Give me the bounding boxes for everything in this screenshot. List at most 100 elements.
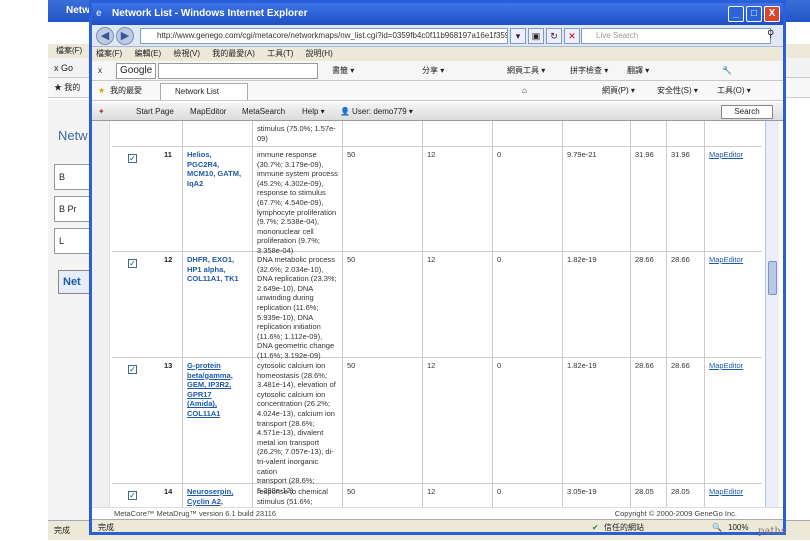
minimize-button[interactable]: _ — [728, 6, 744, 22]
google-search-input[interactable] — [158, 63, 318, 79]
menu-view[interactable]: 檢視(V) — [173, 49, 200, 58]
sidebar-strip — [92, 121, 110, 507]
menu-tools-2[interactable]: 工具(O) ▾ — [717, 81, 751, 101]
google-spellcheck[interactable]: 拼字檢查 ▾ — [570, 61, 608, 81]
google-translate[interactable]: 翻譯 ▾ — [627, 61, 649, 81]
vertical-scrollbar[interactable] — [765, 121, 779, 507]
compatibility-icon[interactable]: ▣ — [528, 28, 544, 44]
cell-text: 50 — [347, 361, 356, 370]
cell-seed: 12 — [422, 484, 492, 507]
mapeditor-link[interactable]: MapEditor — [709, 361, 743, 370]
home-icon[interactable]: ⌂ — [522, 81, 527, 101]
footer-version: MetaCore™ MetaDrug™ version 6.1 build 23… — [114, 509, 277, 518]
maximize-button[interactable]: □ — [746, 6, 762, 22]
cell-seed: 12 — [422, 147, 492, 251]
toolbar-close-icon[interactable]: x — [98, 61, 102, 81]
google-bookmarks[interactable]: 書籤 ▾ — [332, 61, 354, 81]
mapeditor-link[interactable]: MapEditor — [709, 487, 743, 496]
bg-net-header: Net — [58, 270, 92, 294]
bg-item-1[interactable]: B — [54, 164, 92, 190]
menu-tools[interactable]: 工具(T) — [267, 49, 293, 58]
bg-fav-label[interactable]: 我的 — [64, 83, 80, 92]
menu-edit[interactable]: 編輯(E) — [134, 49, 161, 58]
cell-go: stimulus (75.0%; 1.57e- 09) — [252, 121, 342, 146]
bg-left-panel: Netw B B Pr L Net — [48, 100, 92, 520]
nav-help[interactable]: Help ▾ — [302, 103, 325, 121]
row-checkbox[interactable]: ✓ — [128, 365, 137, 374]
cell-seed — [422, 121, 492, 146]
bg-menu-file[interactable]: 檔案(F) — [56, 46, 82, 55]
menu-file[interactable]: 檔案(F) — [96, 49, 122, 58]
tab-network-list[interactable]: Network List — [160, 83, 248, 100]
nav-user[interactable]: User: demo779 ▾ — [352, 103, 413, 121]
wrench-icon[interactable]: 🔧 — [722, 61, 732, 81]
favorites-label[interactable]: 我的最愛 — [110, 81, 142, 101]
cell-nodes — [342, 121, 422, 146]
genego-logo-icon: ✦ — [98, 107, 105, 116]
cell-pv: 9.79e-21 — [562, 147, 630, 251]
cell-g: 28.66 — [666, 252, 704, 357]
mapeditor-link[interactable]: MapEditor — [709, 255, 743, 264]
title-bar: e Network List - Windows Internet Explor… — [92, 3, 783, 25]
close-button[interactable]: X — [764, 6, 780, 22]
cell-link: MapEditor — [704, 147, 762, 251]
cell-genes: DHFR, EXO1, HP1 alpha, COL11A1, TK1 — [182, 252, 252, 357]
cell-pv: 1.82e-19 — [562, 252, 630, 357]
cell-edges: 0 — [492, 147, 562, 251]
row-checkbox[interactable]: ✓ — [128, 259, 137, 268]
nav-metasearch[interactable]: MetaSearch — [242, 103, 285, 121]
row-checkbox[interactable]: ✓ — [128, 491, 137, 500]
refresh-icon[interactable]: ↻ — [546, 28, 562, 44]
menu-favorites[interactable]: 我的最愛(A) — [212, 49, 255, 58]
cell-text: 0 — [497, 150, 502, 159]
cell-text: 12 — [427, 255, 436, 264]
cell-go: DNA metabolic process (32.6%; 2.034e-10)… — [252, 252, 342, 360]
favorites-bar: ★ 我的最愛 Network List ⌂ 網頁(P) ▾ 安全性(S) ▾ 工… — [92, 81, 783, 101]
cell-link: MapEditor — [704, 358, 762, 483]
user-icon: 👤 — [340, 107, 350, 116]
nav-start-page[interactable]: Start Page — [136, 103, 174, 121]
cell-pv: 1.82e-19 — [562, 358, 630, 483]
gene-list-link[interactable]: Neuroserpin, Cyclin A2, — [187, 487, 233, 506]
app-search-button[interactable]: Search — [721, 105, 773, 119]
forward-button[interactable]: ▶ — [116, 27, 134, 45]
dropdown-arrow-icon[interactable]: ▾ — [510, 28, 526, 44]
gene-list-link[interactable]: G-protein beta/gamma, GEM, IP3R2, GPR17 … — [187, 361, 233, 418]
zoom-icon[interactable]: 🔍 — [712, 520, 722, 532]
search-icon[interactable]: ⚲ — [767, 29, 774, 40]
nav-mapeditor[interactable]: MapEditor — [190, 103, 226, 121]
cell-text: 28.66 — [671, 361, 690, 370]
zoom-level[interactable]: 100% — [728, 520, 748, 532]
cell-edges — [492, 121, 562, 146]
address-bar: ◀ ▶ http://www.genego.com/cgi/metacore/n… — [92, 25, 783, 47]
cell-seed: 12 — [422, 252, 492, 357]
menu-bar: 檔案(F) 編輯(E) 檢視(V) 我的最愛(A) 工具(T) 說明(H) — [92, 47, 783, 61]
cell-text: 28.05 — [635, 487, 654, 496]
row-checkbox[interactable]: ✓ — [128, 154, 137, 163]
cell-z — [630, 121, 666, 146]
bg-item-2[interactable]: B Pr — [54, 196, 92, 222]
menu-page[interactable]: 網頁(P) ▾ — [602, 81, 635, 101]
gene-list-link[interactable]: Helios, PGC2R4, MCM10, GATM, IqA2 — [187, 150, 241, 188]
cell-go: response to chemical stimulus (51.6%; 1.… — [252, 484, 342, 507]
gene-list-link[interactable]: DHFR, EXO1, HP1 alpha, COL11A1, TK1 — [187, 255, 239, 283]
google-page-tools[interactable]: 網頁工具 ▾ — [507, 61, 545, 81]
cell-z: 28.66 — [630, 358, 666, 483]
table-row: stimulus (75.0%; 1.57e- 09) — [112, 121, 762, 147]
star-icon[interactable]: ★ — [98, 81, 105, 101]
cell-link: MapEditor — [704, 484, 762, 507]
checkmark-icon: ✔ — [592, 523, 599, 532]
menu-safety[interactable]: 安全性(S) ▾ — [657, 81, 698, 101]
mapeditor-link[interactable]: MapEditor — [709, 150, 743, 159]
live-search-input[interactable]: Live Search — [581, 28, 771, 44]
cell-pv: 3.05e-19 — [562, 484, 630, 507]
back-button[interactable]: ◀ — [96, 27, 114, 45]
cell-text: DNA metabolic process (32.6%; 2.034e-10)… — [257, 255, 337, 360]
cell-edges: 0 — [492, 252, 562, 357]
google-share[interactable]: 分享 ▾ — [422, 61, 444, 81]
url-field[interactable]: http://www.genego.com/cgi/metacore/netwo… — [140, 28, 508, 44]
stop-icon[interactable]: ✕ — [564, 28, 580, 44]
scrollbar-thumb[interactable] — [768, 261, 777, 295]
bg-item-3[interactable]: L — [54, 228, 92, 254]
menu-help[interactable]: 說明(H) — [306, 49, 333, 58]
